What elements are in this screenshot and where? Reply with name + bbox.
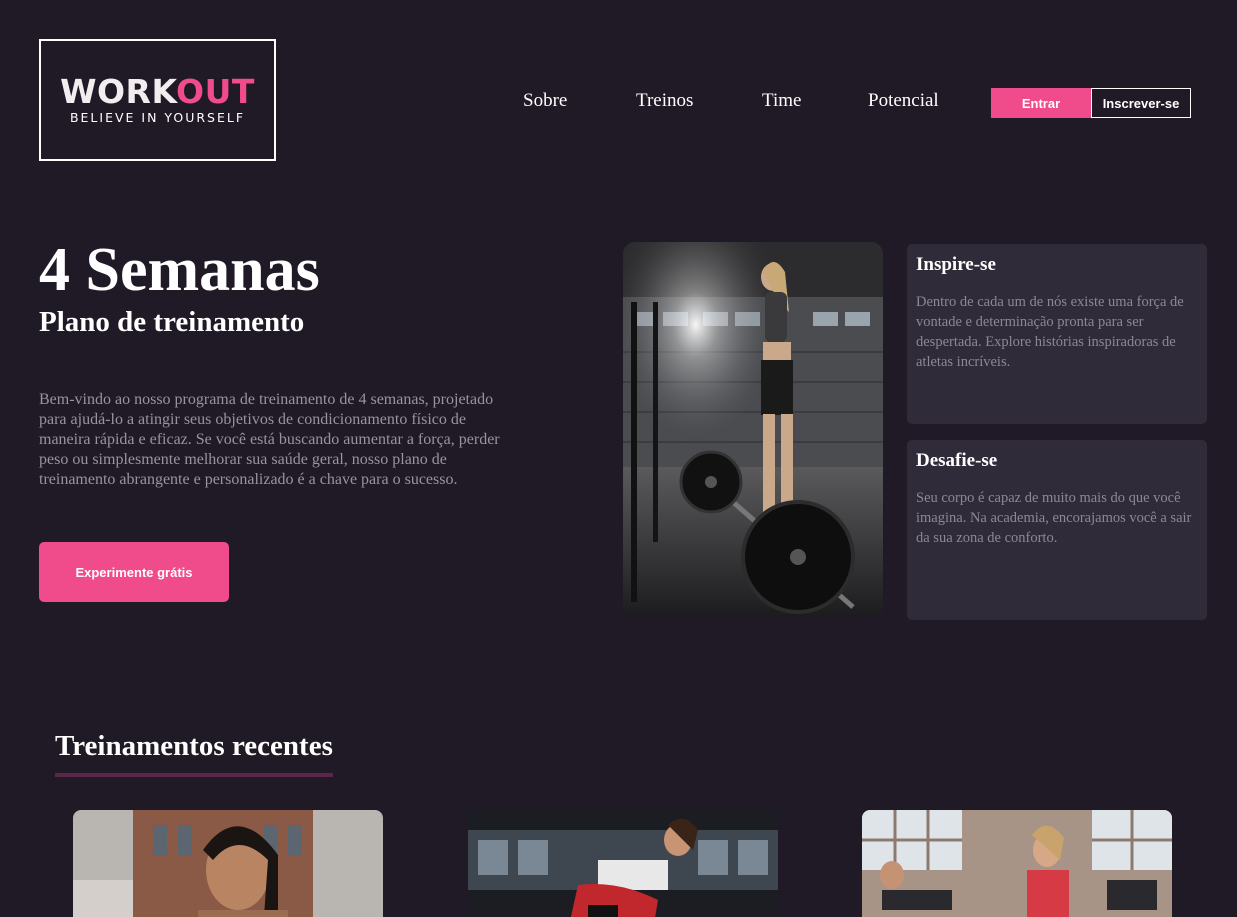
logo-wordmark: WORKOUT	[60, 72, 255, 111]
workout-thumbnail[interactable]	[862, 810, 1172, 917]
hero-title: 4 Semanas	[39, 236, 320, 304]
card-text: Dentro de cada um de nós existe uma forç…	[916, 294, 1184, 370]
card-text: Seu corpo é capaz de muito mais do que v…	[916, 490, 1192, 546]
workout-thumbnail[interactable]	[468, 810, 778, 917]
logo[interactable]: WORKOUT BELIEVE IN YOURSELF	[39, 39, 276, 161]
card-inspire: Inspire-se Dentro de cada um de nós exis…	[907, 244, 1207, 424]
logo-tagline: BELIEVE IN YOURSELF	[69, 110, 246, 125]
hero-subtitle: Plano de treinamento	[39, 306, 305, 338]
workout-thumbnail[interactable]	[73, 810, 383, 917]
nav-link-time[interactable]: Time	[762, 90, 801, 112]
nav-link-potencial[interactable]: Potencial	[868, 90, 939, 112]
hero-description: Bem-vindo ao nosso programa de treinamen…	[39, 391, 500, 488]
section-title-recent: Treinamentos recentes	[55, 730, 333, 777]
card-title: Desafie-se	[916, 450, 998, 471]
card-challenge: Desafie-se Seu corpo é capaz de muito ma…	[907, 440, 1207, 620]
signup-button[interactable]: Inscrever-se	[1091, 88, 1191, 118]
login-button[interactable]: Entrar	[991, 88, 1091, 118]
card-title: Inspire-se	[916, 254, 996, 275]
free-trial-button[interactable]: Experimente grátis	[39, 542, 229, 602]
hero-gym-photo	[623, 242, 883, 617]
nav-link-sobre[interactable]: Sobre	[523, 90, 567, 112]
nav-link-treinos[interactable]: Treinos	[636, 90, 693, 112]
